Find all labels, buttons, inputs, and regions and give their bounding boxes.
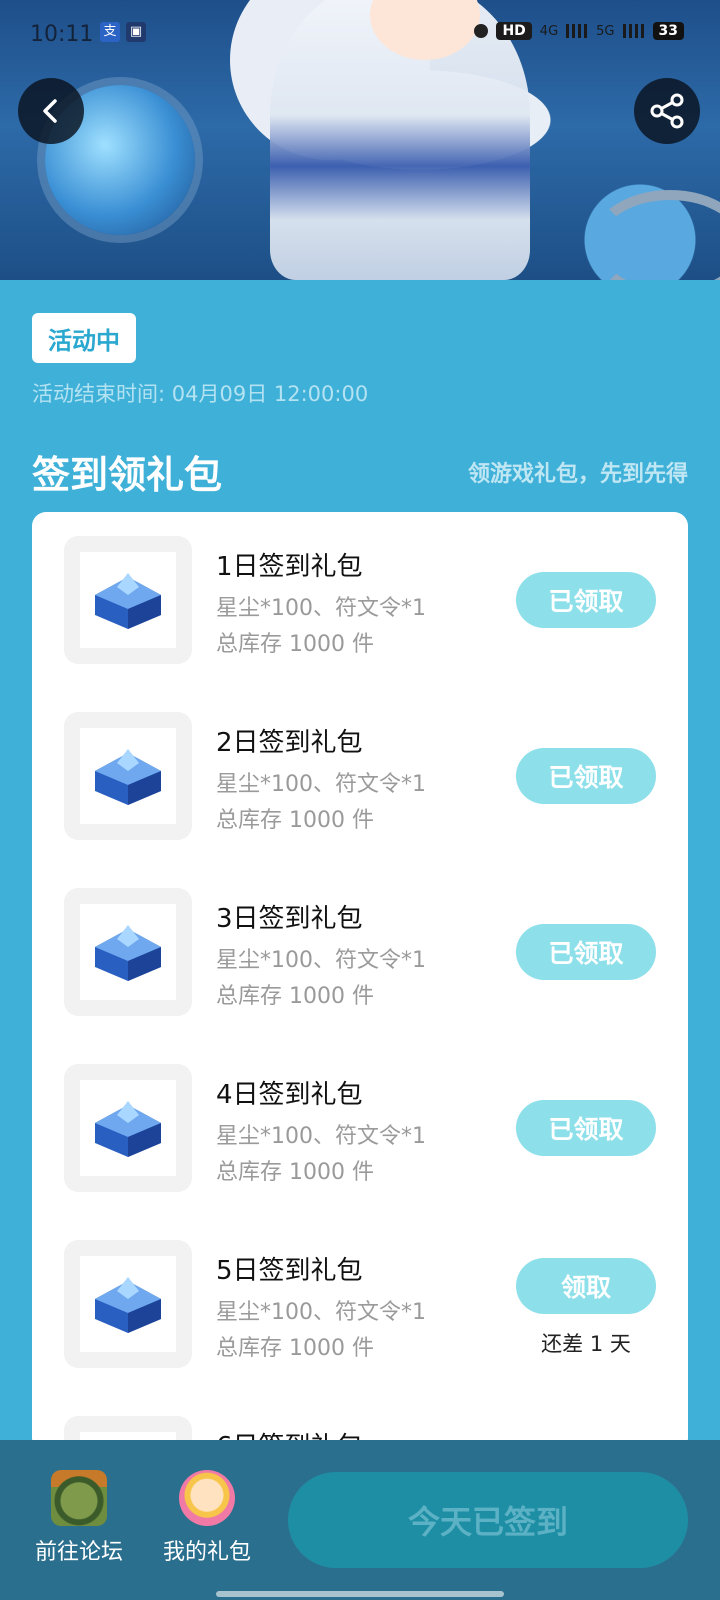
my-gifts-link[interactable]: 我的礼包 <box>152 1470 262 1566</box>
forum-label: 前往论坛 <box>34 1540 123 1565</box>
gift-row: 3日签到礼包 星尘*100、符文令*1 总库存 1000 件 已领取 <box>32 888 688 1018</box>
share-button[interactable] <box>634 78 700 144</box>
days-remaining-note: 还差 1 天 <box>541 1332 631 1356</box>
gift-name: 5日签到礼包 <box>216 1256 363 1286</box>
alarm-icon <box>474 24 489 38</box>
signal-icon <box>566 24 589 38</box>
gift-thumbnail <box>64 712 192 840</box>
gift-stock: 总库存 1000 件 <box>216 1336 374 1361</box>
gift-contents: 星尘*100、符文令*1 <box>216 772 426 797</box>
gift-stock: 总库存 1000 件 <box>216 1160 374 1185</box>
gift-row: 1日签到礼包 星尘*100、符文令*1 总库存 1000 件 已领取 <box>32 536 688 666</box>
checkin-button[interactable]: 今天已签到 <box>288 1472 688 1568</box>
status-indicators: HD 4G 5G 33 <box>474 22 684 40</box>
gift-chest-icon <box>95 573 161 629</box>
gift-name: 1日签到礼包 <box>216 552 363 582</box>
battery-indicator: 33 <box>652 22 684 40</box>
gift-thumbnail <box>64 536 192 664</box>
activity-end-time: 活动结束时间: 04月09日 12:00:00 <box>32 382 369 406</box>
alipay-notification-icon: 支 <box>100 22 120 42</box>
gift-list-card[interactable]: 1日签到礼包 星尘*100、符文令*1 总库存 1000 件 已领取 2日签到礼… <box>32 512 688 1452</box>
network-5g-label: 5G <box>596 23 615 39</box>
claimed-button[interactable]: 已领取 <box>516 1100 656 1156</box>
forum-link[interactable]: 前往论坛 <box>24 1470 134 1566</box>
status-notification-icons: 支 ▣ <box>100 22 146 42</box>
gift-row: 5日签到礼包 星尘*100、符文令*1 总库存 1000 件 领取 还差 1 天 <box>32 1240 688 1370</box>
page: 10:11 支 ▣ HD 4G 5G 33 活动中 活动结束时间: 04月09日… <box>0 0 720 1600</box>
gift-contents: 星尘*100、符文令*1 <box>216 1124 426 1149</box>
hd-indicator: HD <box>496 22 532 40</box>
my-gifts-label: 我的礼包 <box>162 1540 251 1565</box>
back-button[interactable] <box>18 78 84 144</box>
gift-thumbnail <box>64 1064 192 1192</box>
gift-name: 2日签到礼包 <box>216 728 363 758</box>
home-indicator[interactable] <box>216 1591 504 1597</box>
gift-chest-icon <box>95 1277 161 1333</box>
chevron-left-icon <box>43 99 57 123</box>
claimed-button[interactable]: 已领取 <box>516 572 656 628</box>
banner-ring-graphic <box>590 190 720 280</box>
gift-name: 4日签到礼包 <box>216 1080 363 1110</box>
network-4g-label: 4G <box>539 23 559 39</box>
forum-game-icon <box>51 1470 107 1526</box>
gift-stock: 总库存 1000 件 <box>216 632 374 657</box>
gift-thumbnail <box>64 1240 192 1368</box>
gift-contents: 星尘*100、符文令*1 <box>216 1300 426 1325</box>
activity-status-badge: 活动中 <box>32 313 136 363</box>
gift-row: 4日签到礼包 星尘*100、符文令*1 总库存 1000 件 已领取 <box>32 1064 688 1194</box>
claimed-button[interactable]: 已领取 <box>516 924 656 980</box>
claim-button[interactable]: 领取 <box>516 1258 656 1314</box>
bottom-action-bar: 前往论坛 我的礼包 今天已签到 <box>0 1440 720 1600</box>
gift-chest-icon <box>95 925 161 981</box>
share-icon <box>650 93 684 129</box>
section-title: 签到领礼包 <box>32 453 223 497</box>
signal-icon-2 <box>622 24 645 38</box>
section-subtitle: 领游戏礼包，先到先得 <box>467 462 688 487</box>
gift-contents: 星尘*100、符文令*1 <box>216 948 426 973</box>
gift-stock: 总库存 1000 件 <box>216 984 374 1009</box>
my-gifts-icon <box>179 1470 235 1526</box>
app-notification-icon: ▣ <box>126 22 146 42</box>
status-time: 10:11 <box>30 22 94 47</box>
gift-chest-icon <box>95 749 161 805</box>
gift-row: 2日签到礼包 星尘*100、符文令*1 总库存 1000 件 已领取 <box>32 712 688 842</box>
gift-thumbnail <box>64 888 192 1016</box>
gift-contents: 星尘*100、符文令*1 <box>216 596 426 621</box>
gift-stock: 总库存 1000 件 <box>216 808 374 833</box>
activity-banner-image <box>0 0 720 280</box>
gift-chest-icon <box>95 1101 161 1157</box>
claimed-button[interactable]: 已领取 <box>516 748 656 804</box>
gift-name: 3日签到礼包 <box>216 904 363 934</box>
